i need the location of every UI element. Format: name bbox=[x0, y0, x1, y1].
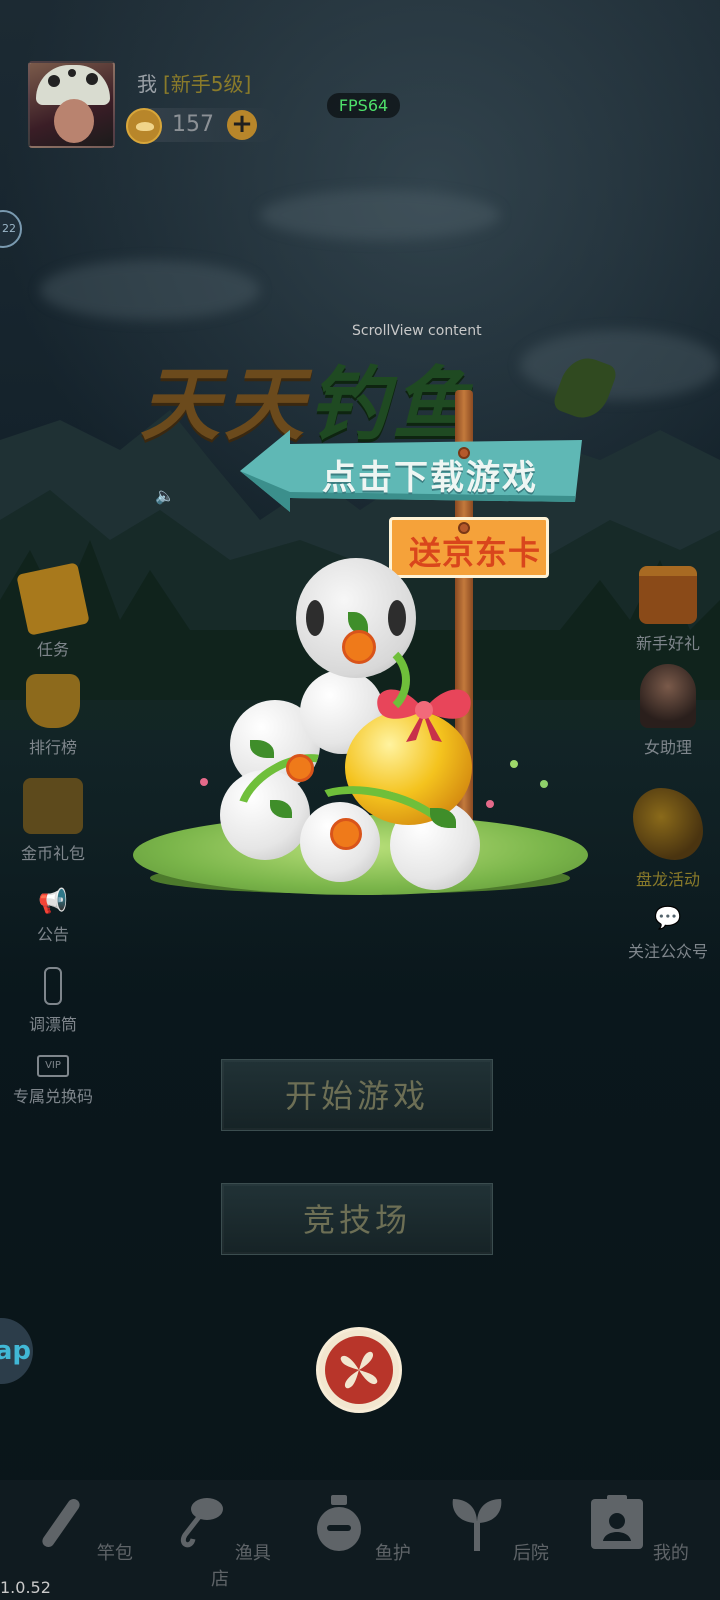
coin-pack-icon bbox=[23, 778, 83, 834]
menu-label: 女助理 bbox=[643, 738, 692, 757]
menu-label: 关注公众号 bbox=[627, 942, 708, 961]
nail bbox=[458, 522, 470, 534]
menu-item-wechat-follow[interactable]: 💬 关注公众号 bbox=[618, 906, 718, 962]
vip-code-icon: VIP bbox=[37, 1055, 69, 1077]
fishing-shop-icon bbox=[181, 1498, 224, 1548]
trophy-icon bbox=[26, 674, 80, 728]
close-icon bbox=[340, 1351, 378, 1389]
dragon-icon bbox=[633, 788, 703, 860]
fish-keeper-icon bbox=[317, 1495, 362, 1551]
menu-label: 盘龙活动 bbox=[635, 870, 700, 889]
player-avatar[interactable] bbox=[28, 61, 115, 148]
megaphone-icon: 📢 bbox=[38, 887, 68, 915]
menu-item-redeem-code[interactable]: VIP 专属兑换码 bbox=[3, 1055, 103, 1107]
task-scroll-icon bbox=[16, 562, 90, 636]
version-label: 1.0.52 bbox=[0, 1578, 51, 1597]
menu-item-leaderboard[interactable]: 排行榜 bbox=[3, 674, 103, 758]
scrollview-debug-label: ScrollView content bbox=[352, 323, 482, 339]
tab-label: 我的 bbox=[652, 1543, 689, 1564]
tab-backyard[interactable]: 后院 bbox=[443, 1493, 553, 1565]
flower bbox=[510, 760, 518, 768]
arena-button[interactable]: 竞技场 bbox=[221, 1183, 493, 1255]
close-button-face bbox=[325, 1336, 393, 1404]
sprout-icon bbox=[452, 1499, 502, 1551]
tab-label: 后院 bbox=[512, 1543, 549, 1564]
assistant-avatar-icon bbox=[640, 664, 696, 728]
user-name: 我 bbox=[137, 72, 157, 96]
flower bbox=[486, 800, 494, 808]
menu-label: 任务 bbox=[36, 640, 69, 659]
user-level: [新手5级] bbox=[163, 72, 252, 96]
menu-item-dragon-event[interactable]: 盘龙活动 bbox=[618, 788, 718, 890]
speaker-icon[interactable]: 🔈 bbox=[155, 486, 175, 505]
menu-item-task[interactable]: 任务 bbox=[3, 562, 103, 660]
mascot-eye bbox=[306, 600, 324, 636]
start-game-button[interactable]: 开始游戏 bbox=[221, 1059, 493, 1131]
game-logo: 天天钓鱼 bbox=[140, 340, 610, 451]
menu-label: 专属兑换码 bbox=[12, 1087, 93, 1106]
tab-profile[interactable]: 我的 bbox=[583, 1493, 693, 1565]
flower bbox=[200, 778, 208, 786]
menu-label: 新手好礼 bbox=[635, 634, 700, 653]
menu-label: 排行榜 bbox=[28, 738, 77, 757]
orange-bud bbox=[330, 818, 362, 850]
profile-icon bbox=[591, 1495, 644, 1549]
download-sign-label[interactable]: 点击下载游戏 bbox=[322, 450, 538, 499]
tab-fishing-shop[interactable]: 渔具店 bbox=[165, 1493, 275, 1591]
orange-bud bbox=[286, 754, 314, 782]
float-tube-icon bbox=[44, 967, 62, 1005]
close-popup-button[interactable] bbox=[316, 1327, 402, 1413]
gift-box-icon bbox=[639, 566, 697, 624]
jd-card-sign-label[interactable]: 送京东卡 bbox=[409, 528, 541, 574]
add-coins-button[interactable]: + bbox=[227, 110, 257, 140]
coin-icon bbox=[126, 108, 162, 144]
menu-item-float-tube[interactable]: 调漂筒 bbox=[3, 967, 103, 1035]
fps-counter: FPS64 bbox=[327, 93, 400, 118]
face bbox=[54, 99, 94, 143]
menu-label: 调漂筒 bbox=[28, 1015, 77, 1034]
menu-item-assistant[interactable]: 女助理 bbox=[618, 664, 718, 758]
rod-bag-icon bbox=[42, 1498, 80, 1548]
cloud bbox=[40, 260, 260, 320]
flower bbox=[540, 780, 548, 788]
menu-label: 公告 bbox=[36, 925, 69, 944]
menu-item-announcement[interactable]: 📢 公告 bbox=[3, 887, 103, 945]
wechat-icon: 💬 bbox=[654, 906, 682, 931]
cloud bbox=[260, 190, 500, 240]
tab-label: 竿包 bbox=[96, 1543, 133, 1564]
menu-item-coin-pack[interactable]: 金币礼包 bbox=[3, 778, 103, 864]
tab-fish-keeper[interactable]: 鱼护 bbox=[305, 1493, 415, 1565]
mascot-eye bbox=[388, 600, 406, 636]
tab-rod-bag[interactable]: 竿包 bbox=[27, 1493, 137, 1565]
nail bbox=[458, 447, 470, 459]
tab-label: 鱼护 bbox=[374, 1543, 411, 1564]
menu-item-newbie-gift[interactable]: 新手好礼 bbox=[618, 566, 718, 654]
coin-balance: 157 bbox=[172, 112, 214, 137]
ap-floating-button[interactable]: ap bbox=[0, 1318, 33, 1384]
orange-bud bbox=[342, 630, 376, 664]
menu-label: 金币礼包 bbox=[20, 844, 85, 863]
